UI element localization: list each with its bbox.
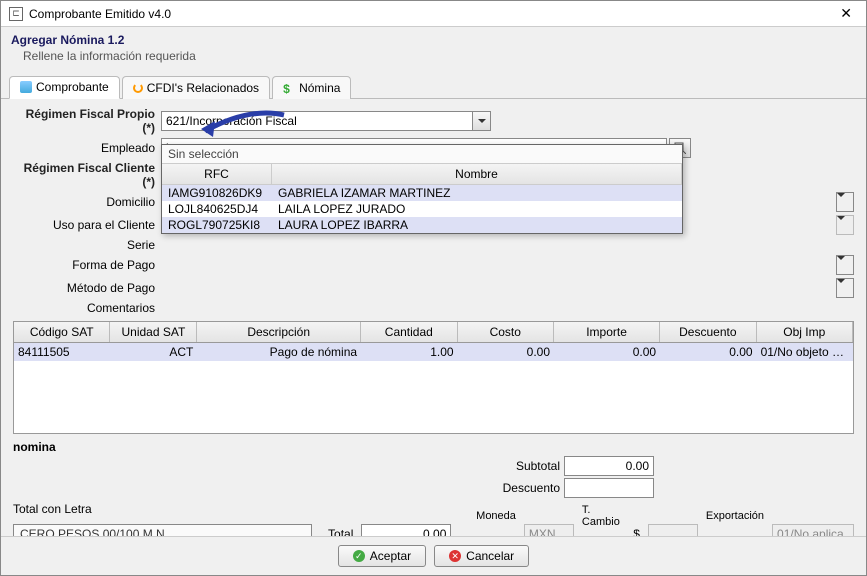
metodo-pago-dropdown[interactable] <box>836 278 854 298</box>
label-empleado: Empleado <box>13 141 161 155</box>
moneda-field <box>524 524 574 536</box>
grid-header: Código SAT Unidad SAT Descripción Cantid… <box>14 322 853 343</box>
form-header: Agregar Nómina 1.2 Rellene la informació… <box>1 27 866 71</box>
label-moneda: Moneda <box>476 510 516 522</box>
label-subtotal: Subtotal <box>480 459 560 473</box>
uso-cliente-dropdown[interactable] <box>836 215 854 235</box>
tab-nomina[interactable]: $ Nómina <box>272 76 351 99</box>
tab-label: Nómina <box>299 81 340 95</box>
totals-block: Subtotal Descuento <box>480 456 854 498</box>
tcambio-field <box>648 524 698 536</box>
col-rfc: RFC <box>162 164 272 184</box>
window-title: Comprobante Emitido v4.0 <box>29 7 834 21</box>
exportacion-field <box>772 524 854 536</box>
bottom-row: CERO PESOS 00/100 M.N. Total Moneda T. C… <box>13 522 854 536</box>
descuento-field[interactable] <box>564 478 654 498</box>
chevron-down-icon <box>837 256 845 260</box>
check-icon: ✓ <box>353 550 365 562</box>
dialog-buttons: ✓Aceptar ✕Cancelar <box>1 536 866 575</box>
label-total: Total <box>328 527 353 536</box>
form-subtitle: Rellene la información requerida <box>23 49 856 63</box>
tab-label: CFDI's Relacionados <box>147 81 259 95</box>
ok-button[interactable]: ✓Aceptar <box>338 545 426 567</box>
chevron-down-icon <box>837 279 845 283</box>
form-title: Agregar Nómina 1.2 <box>11 33 856 47</box>
money-icon: $ <box>283 82 295 94</box>
label-forma-pago: Forma de Pago <box>13 258 161 272</box>
titlebar: ⊏ Comprobante Emitido v4.0 ✕ <box>1 1 866 27</box>
tab-label: Comprobante <box>36 80 109 94</box>
empleado-dropdown-popup: Sin selección RFC Nombre IAMG910826DK9GA… <box>161 144 683 234</box>
popup-rows: IAMG910826DK9GABRIELA IZAMAR MARTINEZ LO… <box>162 185 682 233</box>
chevron-down-icon <box>478 119 486 123</box>
label-regimen-propio: Régimen Fiscal Propio (*) <box>13 107 161 135</box>
line-items-grid: Código SAT Unidad SAT Descripción Cantid… <box>13 321 854 434</box>
label-metodo-pago: Método de Pago <box>13 281 161 295</box>
app-icon: ⊏ <box>9 7 23 21</box>
chevron-down-icon <box>837 193 845 197</box>
col-codigo-sat[interactable]: Código SAT <box>14 322 110 342</box>
label-comentarios: Comentarios <box>13 301 161 315</box>
subtotal-field[interactable] <box>564 456 654 476</box>
nomina-label: nomina <box>13 434 854 456</box>
tab-comprobante[interactable]: Comprobante <box>9 76 120 99</box>
forma-pago-dropdown[interactable] <box>836 255 854 275</box>
label-exportacion: Exportación <box>706 510 764 522</box>
col-unidad-sat[interactable]: Unidad SAT <box>110 322 197 342</box>
doc-icon <box>20 81 32 93</box>
close-button[interactable]: ✕ <box>834 5 858 22</box>
popup-row[interactable]: ROGL790725KI8LAURA LOPEZ IBARRA <box>162 217 682 233</box>
popup-row[interactable]: IAMG910826DK9GABRIELA IZAMAR MARTINEZ <box>162 185 682 201</box>
col-cantidad[interactable]: Cantidad <box>361 322 457 342</box>
total-field[interactable] <box>361 524 451 536</box>
combo-regimen-propio[interactable] <box>161 111 491 131</box>
currency-symbol: $ <box>633 527 640 536</box>
popup-header: RFC Nombre <box>162 163 682 185</box>
rel-icon <box>133 83 143 93</box>
label-domicilio: Domicilio <box>13 195 161 209</box>
col-importe[interactable]: Importe <box>554 322 660 342</box>
grid-body[interactable]: 84111505 ACT Pago de nómina 1.00 0.00 0.… <box>14 343 853 433</box>
no-selection-row[interactable]: Sin selección <box>162 145 682 163</box>
tab-cfdis-relacionados[interactable]: CFDI's Relacionados <box>122 76 270 99</box>
app-window: ⊏ Comprobante Emitido v4.0 ✕ Agregar Nóm… <box>0 0 867 576</box>
label-regimen-cliente: Régimen Fiscal Cliente (*) <box>13 161 161 189</box>
regimen-propio-input[interactable] <box>161 111 473 131</box>
total-letra-field: CERO PESOS 00/100 M.N. <box>13 524 312 536</box>
cancel-button[interactable]: ✕Cancelar <box>434 545 529 567</box>
domicilio-dropdown[interactable] <box>836 192 854 212</box>
popup-row[interactable]: LOJL840625DJ4LAILA LOPEZ JURADO <box>162 201 682 217</box>
x-icon: ✕ <box>449 550 461 562</box>
tab-strip: Comprobante CFDI's Relacionados $ Nómina <box>1 71 866 99</box>
label-serie: Serie <box>13 238 161 252</box>
label-tcambio: T. Cambio <box>582 504 625 528</box>
label-uso-cliente: Uso para el Cliente <box>13 218 161 232</box>
col-descuento[interactable]: Descuento <box>660 322 756 342</box>
col-costo[interactable]: Costo <box>458 322 554 342</box>
chevron-down-icon <box>837 216 845 220</box>
col-nombre: Nombre <box>272 164 682 184</box>
col-obj-imp[interactable]: Obj Imp <box>757 322 853 342</box>
label-descuento: Descuento <box>480 481 560 495</box>
col-descripcion[interactable]: Descripción <box>197 322 361 342</box>
form-body: Régimen Fiscal Propio (*) Empleado Sin s… <box>1 99 866 536</box>
dropdown-toggle[interactable] <box>473 111 491 131</box>
table-row[interactable]: 84111505 ACT Pago de nómina 1.00 0.00 0.… <box>14 343 853 361</box>
